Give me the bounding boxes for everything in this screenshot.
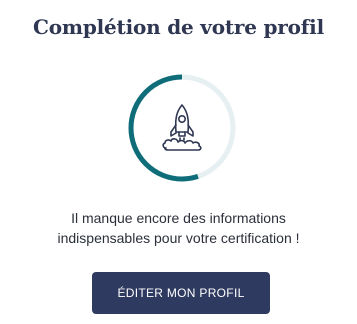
card-title: Complétion de votre profil <box>33 15 324 39</box>
rocket-icon <box>158 102 206 154</box>
edit-profile-button[interactable]: ÉDITER MON PROFIL <box>92 272 270 314</box>
info-message-line: indispensables pour votre certification … <box>57 230 300 246</box>
info-message-line: Il manque encore des informations <box>71 210 286 226</box>
profile-completion-card: Complétion de votre profil Il manque enc… <box>0 0 357 324</box>
info-message: Il manque encore des informations indisp… <box>0 208 357 248</box>
